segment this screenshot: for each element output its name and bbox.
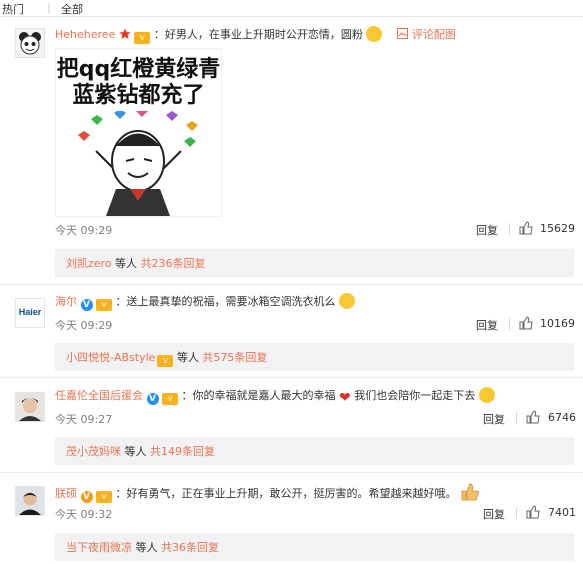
comment-text: ：送上最真挚的祝福，需要冰箱空调洗衣机么 [115,295,336,308]
username[interactable]: 任嘉伦全国后援会 [55,389,143,402]
meme-caption-line: 把qq红橙黄绿青 [56,57,221,82]
divider [509,318,510,330]
sub-reply-mid: 等人 [132,541,161,554]
tab-all[interactable]: 全部 [61,1,83,17]
like-thumb-icon[interactable] [519,316,533,330]
like-count: 10169 [540,317,575,330]
avatar[interactable] [15,392,45,422]
vip-badge-icon: V [134,32,151,44]
sub-replies-summary: 小四悦悦-ABstyle V 等人 共575条回复 [66,349,267,367]
vip-badge-icon: V [96,299,112,311]
reply-button[interactable]: 回复 [476,317,498,333]
comment-line: 朕硕 V V ：好有勇气，正在事业上升期，敢公开，挺厉害的。希望越来越好哦。 [55,483,480,503]
comment-time: 今天 09:29 [55,319,113,332]
sub-reply-count-link[interactable]: 共236条回复 [141,257,206,270]
divider [516,507,517,519]
comment-text-continued: 我们也会陪你一起走下去 [354,389,476,402]
sub-reply-count-link[interactable]: 共36条回复 [161,541,219,554]
reply-button[interactable]: 回复 [476,222,498,238]
comment-picture-link[interactable]: 评论配图 [412,28,456,41]
sub-replies-box[interactable]: 刘凯zero 等人 共236条回复 [55,249,574,277]
meme-caption-line: 蓝紫钻都充了 [72,83,205,108]
vip-badge-icon: V [162,393,178,405]
comment-text: ：好男人，在事业上升期时公开恋情，圆粉 [153,28,363,41]
comment-line: Heheheree V ：好男人，在事业上升期时公开恋情，圆粉 评论配图 [55,26,456,44]
sub-reply-user[interactable]: 小四悦悦-ABstyle [66,351,155,364]
sub-replies-box[interactable]: 当下夜雨微凉 等人 共36条回复 [55,533,574,561]
reply-button[interactable]: 回复 [483,506,505,522]
star-badge-icon [119,28,131,39]
sub-reply-user[interactable]: 刘凯zero [66,257,112,270]
awkward-emoji-icon [366,26,383,42]
sub-replies-summary: 刘凯zero 等人 共236条回复 [66,255,206,271]
comment-time: 今天 09:32 [55,508,113,521]
shy-emoji-icon [339,293,355,309]
avatar[interactable]: Haier [15,298,45,328]
sub-reply-count-link[interactable]: 共575条回复 [202,351,267,364]
username[interactable]: 朕硕 [55,487,77,500]
teary-emoji-icon [478,387,495,403]
tab-separator: | [47,1,51,14]
divider [509,223,510,235]
comment-time: 今天 09:27 [55,413,113,426]
like-count: 7401 [548,506,576,519]
haier-logo-text: Haier [18,307,42,317]
comment-text: ：你的幸福就是嘉人最大的幸福 [181,389,336,402]
verified-orange-icon: V [80,491,93,503]
like-count: 6746 [548,411,576,424]
sub-replies-summary: 茂小茂妈咪 等人 共149条回复 [66,443,215,459]
tab-hot[interactable]: 热门 [2,1,24,17]
sub-reply-mid: 等人 [173,351,203,364]
like-thumb-icon[interactable] [519,221,533,235]
comment-time: 今天 09:29 [55,224,113,237]
tab-bar: 热门 | 全部 [0,0,583,17]
like-count: 15629 [540,222,575,235]
avatar[interactable] [15,28,45,58]
sub-reply-user[interactable]: 茂小茂妈咪 [66,445,121,458]
avatar[interactable] [15,486,45,516]
vip-badge-icon: V [157,355,174,367]
verified-blue-icon: V [146,393,159,405]
sub-reply-user[interactable]: 当下夜雨微凉 [66,541,132,554]
thumbs-up-emoji-icon [461,483,479,501]
comment-text: ：好有勇气，正在事业上升期，敢公开，挺厉害的。希望越来越好哦。 [115,487,457,500]
comment-line: 任嘉伦全国后援会 V V ：你的幸福就是嘉人最大的幸福 ❤ 我们也会陪你一起走下… [55,387,495,406]
sub-reply-mid: 等人 [121,445,150,458]
sub-replies-box[interactable]: 茂小茂妈咪 等人 共149条回复 [55,437,574,465]
username[interactable]: Heheheree [55,28,115,41]
sub-reply-mid: 等人 [111,257,141,270]
comment-divider [0,284,583,285]
username[interactable]: 海尔 [55,295,77,308]
comment-divider [0,472,583,473]
comment-line: 海尔 V V ：送上最真挚的祝福，需要冰箱空调洗衣机么 [55,293,355,311]
sub-reply-count-link[interactable]: 共149条回复 [150,445,215,458]
verified-blue-icon: V [80,299,93,311]
picture-icon [397,28,409,39]
vip-badge-icon: V [96,491,112,503]
comment-image[interactable]: 把qq红橙黄绿青 蓝紫钻都充了 [55,48,222,217]
comment-divider [0,377,583,378]
sub-replies-box[interactable]: 小四悦悦-ABstyle V 等人 共575条回复 [55,343,574,371]
heart-icon: ❤ [339,390,351,406]
like-thumb-icon[interactable] [526,410,540,424]
reply-button[interactable]: 回复 [483,411,505,427]
sub-replies-summary: 当下夜雨微凉 等人 共36条回复 [66,539,219,555]
divider [516,412,517,424]
like-thumb-icon[interactable] [526,505,540,519]
meme-illustration [78,111,198,216]
